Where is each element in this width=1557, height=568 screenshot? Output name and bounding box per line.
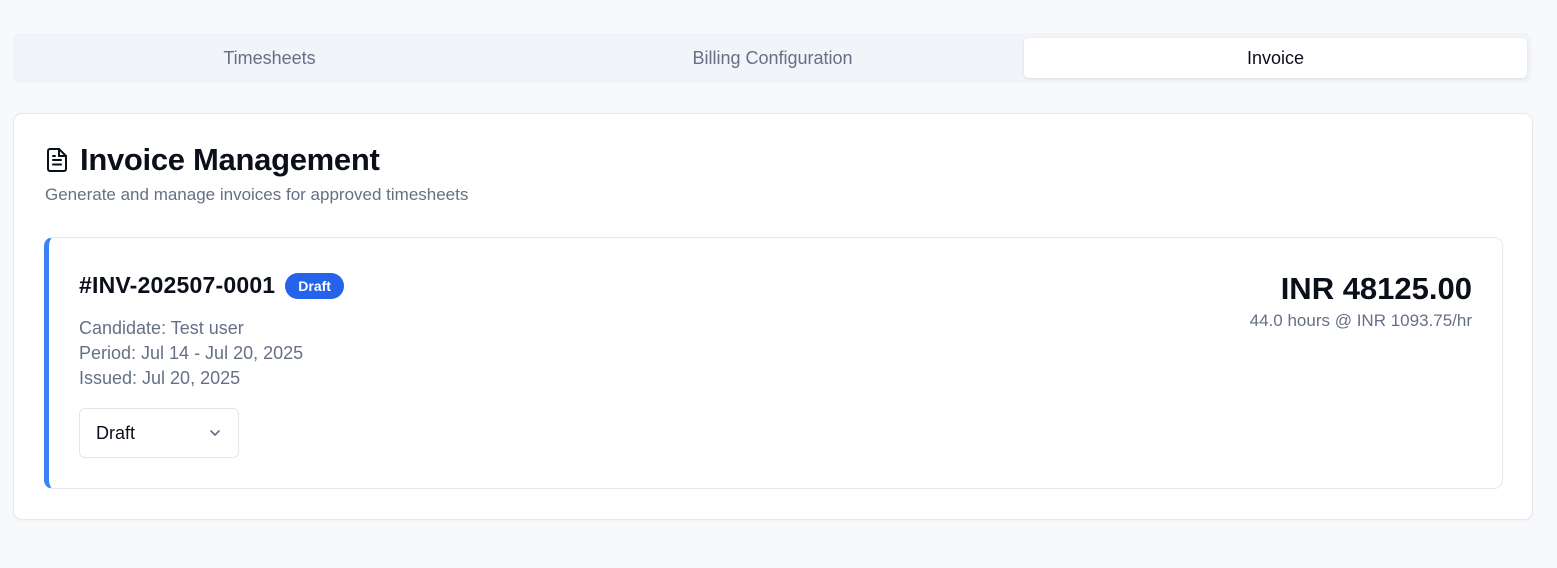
invoice-details: Candidate: Test user Period: Jul 14 - Ju… bbox=[79, 316, 303, 391]
tab-billing-configuration[interactable]: Billing Configuration bbox=[521, 38, 1024, 78]
chevron-down-icon bbox=[208, 426, 222, 440]
invoice-status-select[interactable]: Draft bbox=[79, 408, 239, 458]
invoice-amount: INR 48125.00 bbox=[1280, 271, 1472, 306]
invoice-status-value: Draft bbox=[96, 422, 136, 443]
status-badge: Draft bbox=[285, 272, 344, 299]
tab-timesheets[interactable]: Timesheets bbox=[18, 38, 521, 78]
invoice-management-card: Invoice Management Generate and manage i… bbox=[13, 113, 1533, 520]
page-title: Invoice Management bbox=[80, 142, 380, 177]
tab-invoice[interactable]: Invoice bbox=[1024, 38, 1527, 78]
page-subtitle: Generate and manage invoices for approve… bbox=[45, 185, 469, 204]
invoice-period: Period: Jul 14 - Jul 20, 2025 bbox=[79, 343, 304, 363]
invoice-header: #INV-202507-0001 Draft bbox=[79, 272, 344, 299]
invoice-item: #INV-202507-0001 Draft Candidate: Test u… bbox=[44, 237, 1503, 489]
card-header: Invoice Management bbox=[45, 142, 380, 178]
tab-list: Timesheets Billing Configuration Invoice bbox=[13, 33, 1532, 83]
invoice-number: #INV-202507-0001 bbox=[79, 272, 276, 298]
invoice-issued-date: Issued: Jul 20, 2025 bbox=[79, 368, 241, 388]
document-icon bbox=[45, 147, 69, 173]
invoice-rate: 44.0 hours @ INR 1093.75/hr bbox=[1249, 311, 1472, 330]
invoice-candidate: Candidate: Test user bbox=[79, 318, 244, 338]
